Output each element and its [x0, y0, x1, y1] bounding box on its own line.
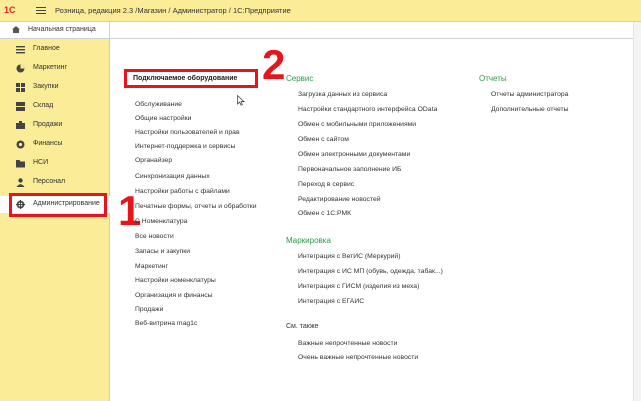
sidebar-item-nsi[interactable]: НСИ [0, 155, 110, 172]
left-link[interactable]: Печатные формы, отчеты и обработки [135, 203, 257, 210]
service-link[interactable]: Переход в сервис [298, 181, 354, 188]
service-link[interactable]: Обмен с 1С:РМК [298, 210, 351, 217]
left-link[interactable]: Веб-витрина mag1c [135, 320, 197, 327]
see-also-link[interactable]: Очень важные непрочтенные новости [298, 354, 418, 361]
sidebar-item-label: Закупки [33, 83, 59, 90]
grid-icon [16, 83, 25, 92]
sidebar-item-label: НСИ [33, 159, 49, 166]
home-bar: Начальная страница [0, 22, 641, 39]
sidebar-item-label: Персонал [33, 178, 66, 185]
connected-equipment-label: Подключаемое оборудование [133, 75, 238, 82]
right-scroll-edge[interactable] [633, 22, 641, 401]
sidebar-item-warehouse[interactable]: Склад [0, 98, 110, 115]
service-link[interactable]: Обмен электронными документами [298, 151, 410, 158]
left-link[interactable]: Организация и финансы [135, 292, 213, 299]
left-link[interactable]: Настройки работы с файлами [135, 188, 230, 195]
left-link[interactable]: Обслуживание [135, 101, 182, 108]
marking-link[interactable]: Интеграция с ИС МП (обувь, одежда, табак… [298, 268, 443, 275]
service-link[interactable]: Обмен с мобильными приложениями [298, 121, 416, 128]
list-icon [16, 46, 25, 54]
home-tab[interactable]: Начальная страница [0, 22, 110, 38]
step-number-2: 2 [262, 41, 286, 88]
reports-link[interactable]: Дополнительные отчеты [491, 106, 569, 113]
see-also-link[interactable]: Важные непрочтенные новости [298, 340, 397, 347]
sidebar-item-label: Финансы [33, 140, 63, 147]
sidebar-item-personnel[interactable]: Персонал [0, 174, 110, 191]
section-header-see-also: См. также [286, 323, 319, 330]
reports-link[interactable]: Отчеты администратора [491, 91, 568, 98]
left-link[interactable]: Синхронизация данных [135, 173, 210, 180]
sidebar-item-label: Маркетинг [33, 64, 68, 71]
menu-icon[interactable] [36, 5, 46, 15]
sidebar-item-purchases[interactable]: Закупки [0, 79, 110, 96]
left-link[interactable]: Продажи [135, 306, 163, 313]
boxes-icon [16, 102, 25, 111]
connected-equipment-link[interactable]: Подключаемое оборудование [124, 69, 258, 88]
marking-link[interactable]: Интеграция с ВетИС (Меркурий) [298, 253, 401, 260]
left-link[interactable]: Все новости [135, 233, 174, 240]
sidebar-item-marketing[interactable]: Маркетинг [0, 60, 110, 77]
sidebar: Главное Маркетинг Закупки Склад Продажи … [0, 39, 110, 401]
left-link[interactable]: Запасы и закупки [135, 248, 190, 255]
service-link[interactable]: Редактирование новостей [298, 196, 381, 203]
left-link[interactable]: Интернет-поддержка и сервисы [135, 143, 235, 150]
app-logo: 1С [4, 5, 16, 15]
sidebar-item-main[interactable]: Главное [0, 41, 110, 58]
title-bar: 1С Розница, редакция 2.3 /Магазин / Адми… [0, 0, 641, 22]
step-number-1: 1 [118, 187, 142, 234]
marking-link[interactable]: Интеграция с ЕГАИС [298, 298, 364, 305]
service-link[interactable]: Первоначальное заполнение ИБ [298, 166, 401, 173]
coins-icon [16, 140, 25, 149]
sidebar-item-label: Главное [33, 45, 60, 52]
pie-chart-icon [16, 64, 25, 73]
left-link[interactable]: Настройки номенклатуры [135, 277, 216, 284]
folder-icon [16, 160, 25, 168]
window-title: Розница, редакция 2.3 /Магазин / Админис… [55, 6, 291, 15]
left-link[interactable]: С Номенклатура [135, 218, 187, 225]
sidebar-item-sales[interactable]: Продажи [0, 117, 110, 134]
sidebar-item-label: Продажи [33, 121, 63, 128]
home-tab-label: Начальная страница [28, 26, 96, 33]
left-link[interactable]: Маркетинг [135, 263, 168, 270]
cart-icon [16, 121, 25, 129]
section-header-reports: Отчеты [479, 74, 507, 83]
sidebar-item-label: Склад [33, 102, 54, 109]
home-icon [12, 26, 20, 33]
sidebar-item-finance[interactable]: Финансы [0, 136, 110, 153]
section-header-service: Сервис [286, 74, 314, 83]
section-header-marking: Маркировка [286, 236, 331, 245]
left-link[interactable]: Общие настройки [135, 115, 191, 122]
mouse-cursor-icon [237, 95, 245, 106]
left-link[interactable]: Настройки пользователей и прав [135, 129, 240, 136]
left-link[interactable]: Органайзер [135, 157, 172, 164]
service-link[interactable]: Настройки стандартного интерфейса OData [298, 106, 437, 113]
service-link[interactable]: Обмен с сайтом [298, 136, 349, 143]
service-link[interactable]: Загрузка данных из сервиса [298, 91, 387, 98]
person-icon [16, 178, 25, 187]
highlight-box-administration [9, 193, 107, 217]
marking-link[interactable]: Интеграция с ГИСМ (изделия из меха) [298, 283, 419, 290]
